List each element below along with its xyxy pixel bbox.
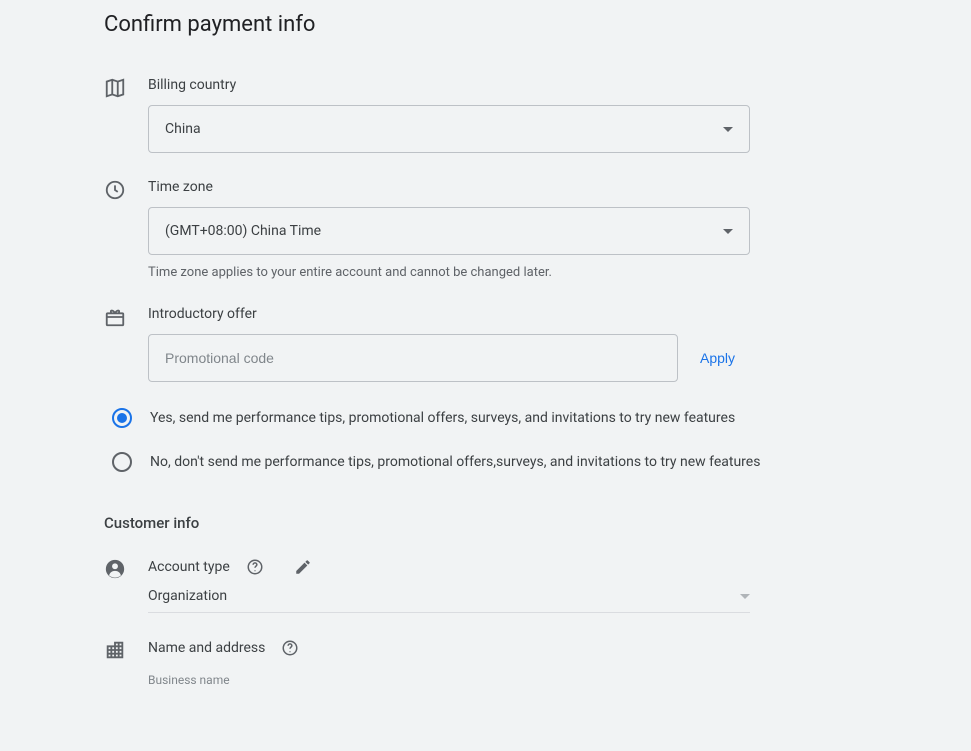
account-type-select[interactable]: Organization — [148, 588, 750, 613]
help-icon[interactable] — [281, 639, 299, 657]
clock-icon — [104, 179, 148, 201]
account-type-label: Account type — [148, 559, 230, 575]
radio-unselected-icon — [112, 452, 132, 472]
help-icon[interactable] — [246, 558, 264, 576]
marketing-opt-group: Yes, send me performance tips, promotion… — [112, 408, 860, 472]
billing-country-select[interactable]: China — [148, 105, 750, 153]
person-icon — [104, 558, 148, 580]
name-and-address-row: Name and address Business name — [104, 639, 860, 687]
chevron-down-icon — [740, 594, 750, 599]
account-type-label-row: Account type — [148, 558, 860, 576]
name-and-address-label-row: Name and address — [148, 639, 860, 657]
marketing-opt-yes[interactable]: Yes, send me performance tips, promotion… — [112, 408, 860, 428]
billing-country-value: China — [165, 121, 201, 137]
account-type-value: Organization — [148, 588, 227, 604]
customer-info-heading: Customer info — [104, 514, 860, 532]
business-name-label: Business name — [148, 673, 860, 687]
marketing-opt-no[interactable]: No, don't send me performance tips, prom… — [112, 452, 860, 472]
time-zone-select[interactable]: (GMT+08:00) China Time — [148, 207, 750, 255]
time-zone-hint: Time zone applies to your entire account… — [148, 265, 860, 280]
promotional-code-input[interactable] — [148, 334, 678, 382]
building-icon — [104, 639, 148, 661]
page-title: Confirm payment info — [104, 12, 860, 37]
radio-selected-icon — [112, 408, 132, 428]
billing-country-label: Billing country — [148, 77, 860, 93]
map-icon — [104, 77, 148, 99]
billing-country-row: Billing country China — [104, 77, 860, 153]
time-zone-row: Time zone (GMT+08:00) China Time Time zo… — [104, 179, 860, 280]
chevron-down-icon — [723, 229, 733, 234]
introductory-offer-row: Introductory offer Apply — [104, 306, 860, 382]
marketing-opt-yes-label: Yes, send me performance tips, promotion… — [150, 408, 735, 428]
time-zone-label: Time zone — [148, 179, 860, 195]
name-and-address-label: Name and address — [148, 640, 265, 656]
introductory-offer-label: Introductory offer — [148, 306, 860, 322]
chevron-down-icon — [723, 127, 733, 132]
gift-card-icon — [104, 306, 148, 328]
account-type-row: Account type Organization — [104, 558, 860, 613]
apply-button[interactable]: Apply — [696, 342, 739, 374]
time-zone-value: (GMT+08:00) China Time — [165, 223, 321, 239]
edit-icon[interactable] — [294, 558, 312, 576]
marketing-opt-no-label: No, don't send me performance tips, prom… — [150, 452, 760, 472]
